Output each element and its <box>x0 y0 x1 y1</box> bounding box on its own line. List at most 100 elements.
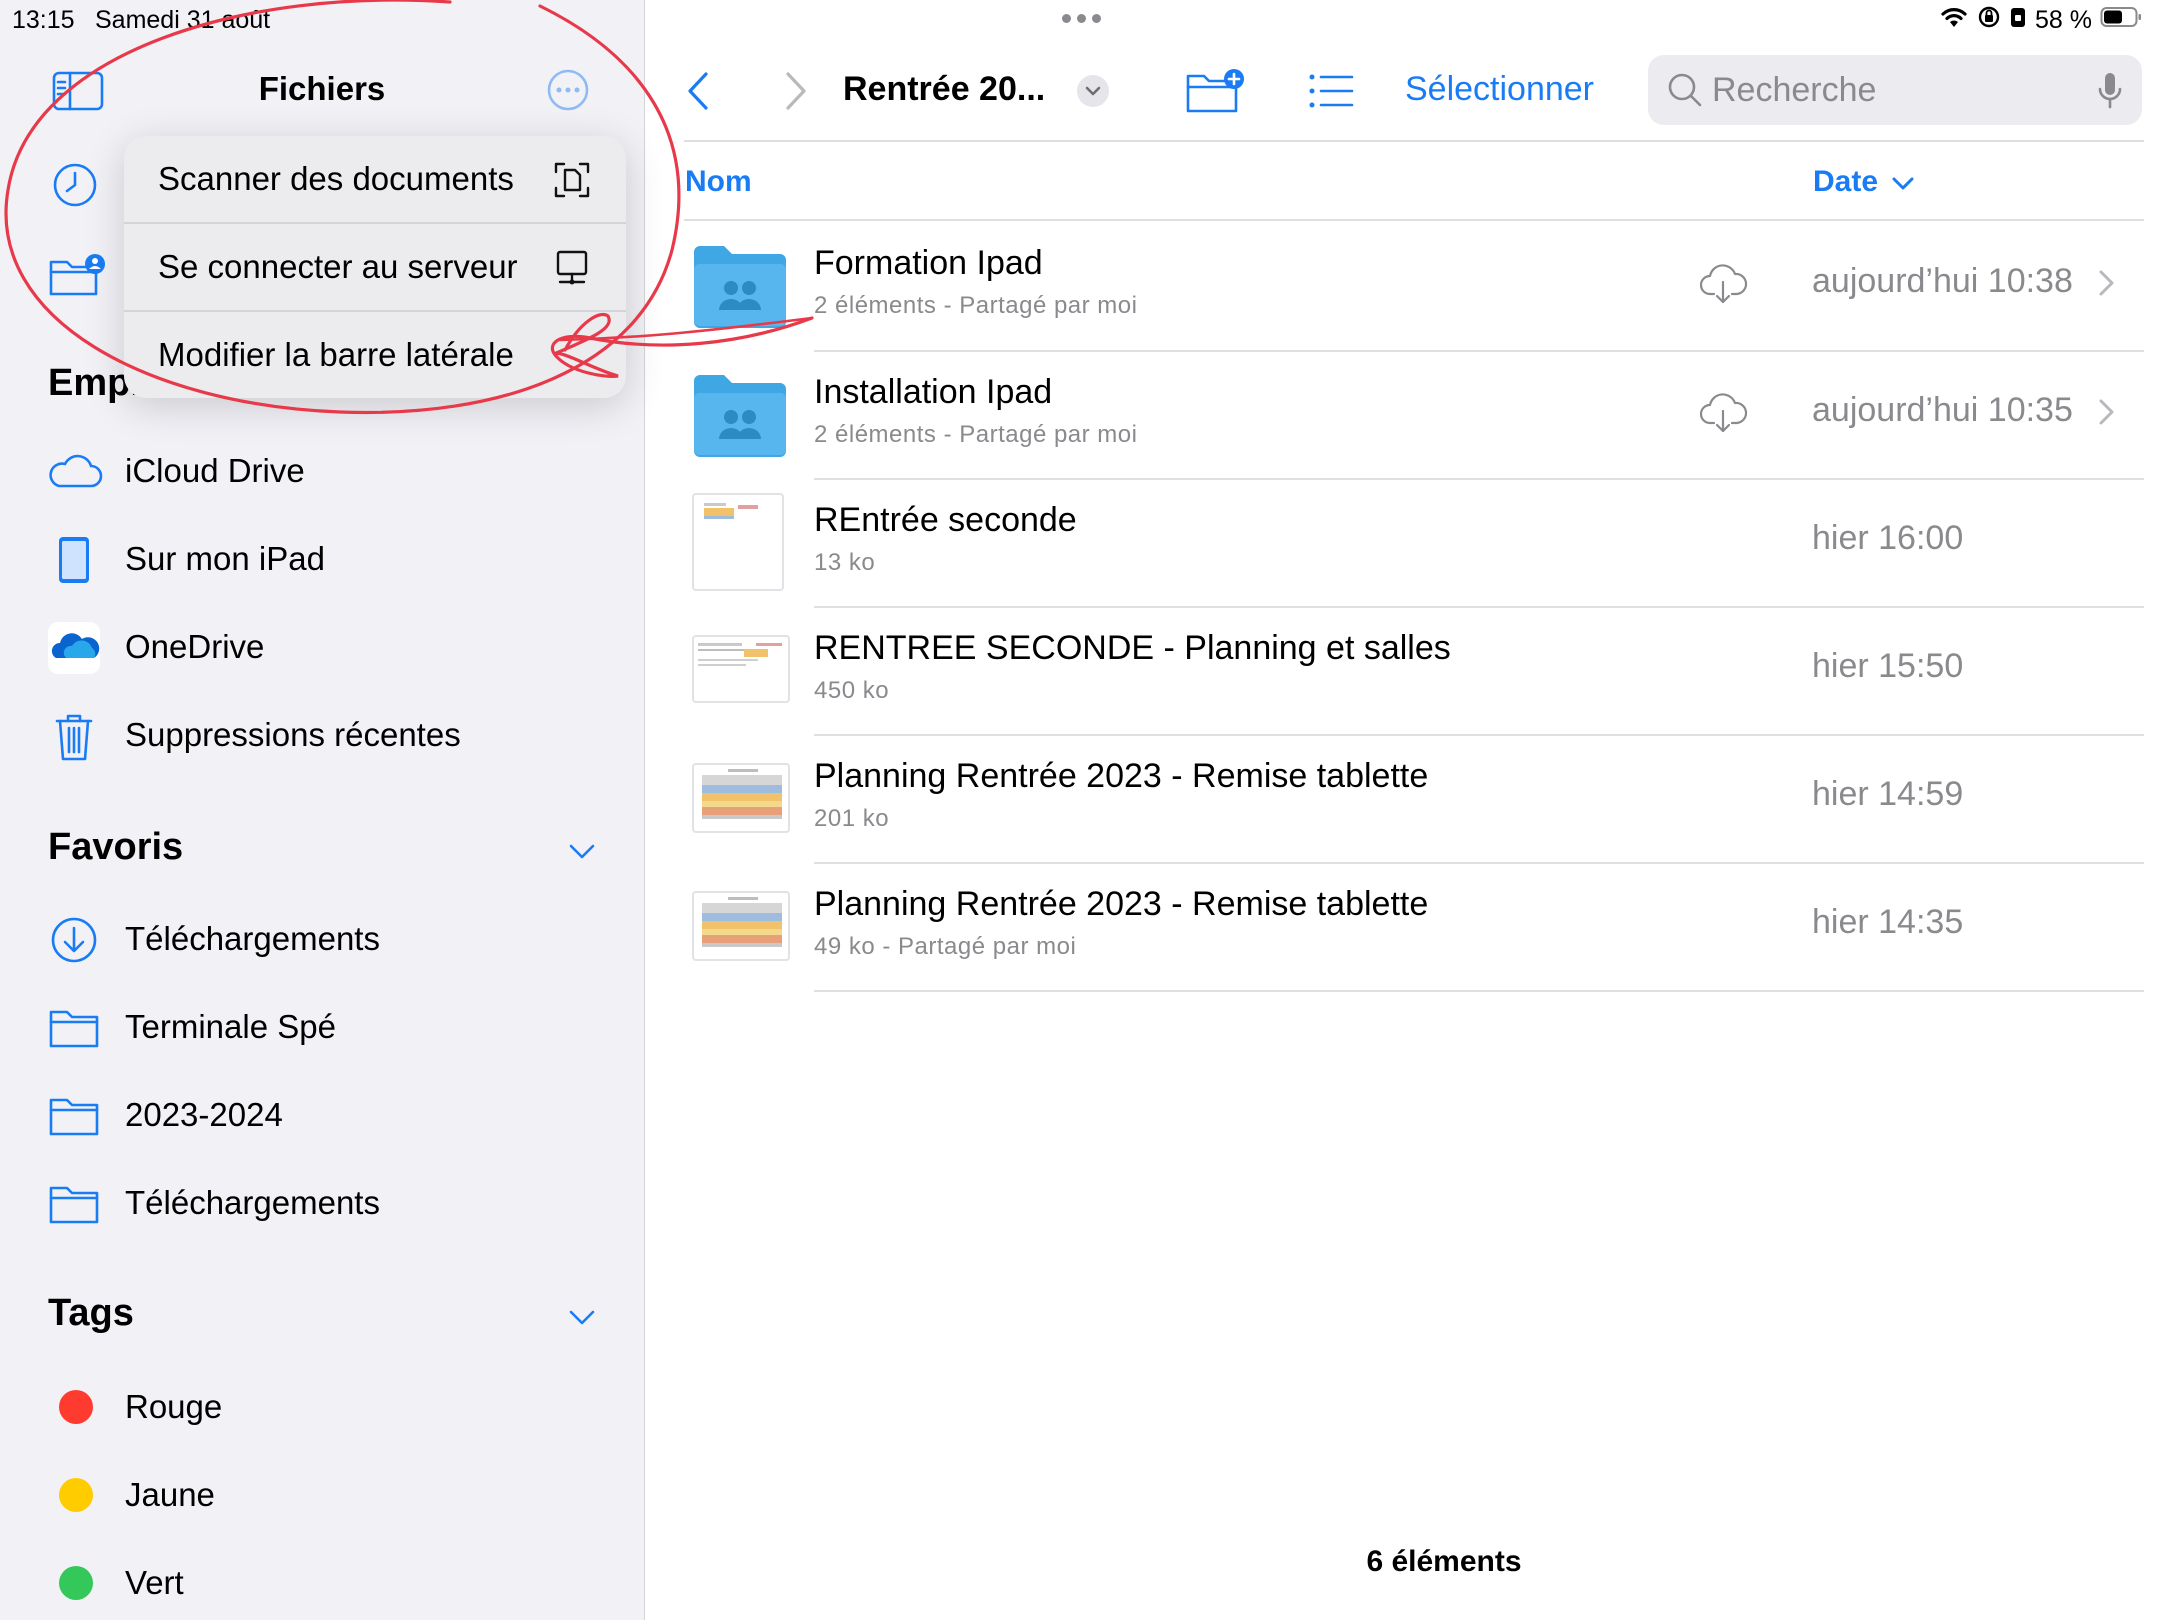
cloud-download-icon[interactable] <box>1698 391 1748 435</box>
column-header-date[interactable]: Date <box>1813 165 1878 199</box>
forward-icon[interactable] <box>780 70 810 112</box>
search-placeholder: Recherche <box>1712 71 1877 109</box>
folder-icon <box>45 1004 103 1052</box>
recents-icon[interactable] <box>52 162 98 208</box>
sidebar-item-label: Rouge <box>125 1388 223 1425</box>
chevron-right-icon <box>2094 397 2118 427</box>
file-name: Installation Ipad <box>814 373 1053 411</box>
status-bar: 13:15 Samedi 31 août 58 % <box>0 0 2160 40</box>
status-indicators: 58 % <box>1939 4 2142 36</box>
shared-folder-icon <box>692 244 788 328</box>
folder-title[interactable]: Rentrée 20... <box>843 70 1045 109</box>
file-row[interactable]: Planning Rentrée 2023 - Remise tablette … <box>644 863 2160 991</box>
divider <box>684 219 2144 221</box>
shared-folder-icon[interactable] <box>48 252 106 298</box>
file-row[interactable]: Installation Ipad 2 éléments - Partagé p… <box>644 351 2160 479</box>
sidebar-item-label: Vert <box>125 1564 184 1601</box>
sidebar-tag-vert[interactable]: Vert <box>0 1544 644 1624</box>
menu-item-connecter-serveur[interactable]: Se connecter au serveur <box>124 224 626 310</box>
more-options-icon[interactable] <box>546 68 590 112</box>
orientation-lock-icon <box>1977 5 2001 36</box>
sidebar-item-telechargements-folder[interactable]: Téléchargements <box>0 1164 644 1244</box>
file-date: hier 14:59 <box>1812 775 1964 813</box>
chevron-right-icon <box>2094 268 2118 298</box>
sidebar-item-icloud-drive[interactable]: iCloud Drive <box>0 432 644 512</box>
search-input[interactable]: Recherche <box>1648 55 2142 125</box>
file-date: aujourd’hui 10:38 <box>1812 262 2073 300</box>
sidebar-options-menu: Scanner des documents Se connecter au se… <box>124 136 626 398</box>
file-row[interactable]: REntrée seconde 13 ko hier 16:00 <box>644 479 2160 607</box>
sidebar-item-label: 2023-2024 <box>125 1096 283 1133</box>
menu-item-modifier-barre-laterale[interactable]: Modifier la barre latérale <box>124 312 626 398</box>
sidebar-item-label: OneDrive <box>125 628 265 665</box>
cloud-download-icon[interactable] <box>1698 262 1748 306</box>
column-header-name[interactable]: Nom <box>685 165 752 199</box>
file-row[interactable]: Planning Rentrée 2023 - Remise tablette … <box>644 735 2160 863</box>
menu-item-scanner-documents[interactable]: Scanner des documents <box>124 136 626 222</box>
tag-color-dot <box>59 1390 93 1424</box>
file-name: Planning Rentrée 2023 - Remise tablette <box>814 757 1429 795</box>
sidebar-tag-jaune[interactable]: Jaune <box>0 1456 644 1536</box>
file-name: REntrée seconde <box>814 501 1077 539</box>
divider <box>684 140 2144 142</box>
file-name: RENTREE SECONDE - Planning et salles <box>814 629 1451 667</box>
file-details: 2 éléments - Partagé par moi <box>814 292 1138 319</box>
sidebar-tag-rouge[interactable]: Rouge <box>0 1368 644 1448</box>
file-details: 2 éléments - Partagé par moi <box>814 421 1138 448</box>
list-view-icon[interactable] <box>1308 72 1354 110</box>
sidebar-item-label: Sur mon iPad <box>125 540 325 577</box>
file-details: 450 ko <box>814 677 890 704</box>
search-icon <box>1666 71 1704 109</box>
folder-options-chevron-icon[interactable] <box>1076 74 1110 108</box>
folder-icon <box>45 1092 103 1140</box>
status-date: Samedi 31 août <box>95 6 271 34</box>
sidebar-item-label: Téléchargements <box>125 1184 380 1221</box>
tags-header[interactable]: Tags <box>48 1292 134 1335</box>
sidebar-item-onedrive[interactable]: OneDrive <box>0 608 644 688</box>
microphone-icon[interactable] <box>2096 71 2124 111</box>
sidebar-item-terminale-spe[interactable]: Terminale Spé <box>0 988 644 1068</box>
multitasking-dots-icon[interactable] <box>1062 14 1101 23</box>
sidebar-item-label: Suppressions récentes <box>125 716 461 753</box>
file-details: 13 ko <box>814 549 876 576</box>
spreadsheet-thumbnail <box>692 493 784 591</box>
file-row[interactable]: Formation Ipad 2 éléments - Partagé par … <box>644 222 2160 350</box>
shared-folder-icon <box>692 373 788 457</box>
spreadsheet-thumbnail <box>692 763 790 833</box>
menu-item-label: Modifier la barre latérale <box>158 336 514 373</box>
scan-document-icon <box>552 160 592 200</box>
icloud-icon <box>45 448 103 496</box>
back-icon[interactable] <box>684 70 714 112</box>
file-date: hier 15:50 <box>1812 647 1964 685</box>
new-folder-icon[interactable] <box>1184 66 1246 116</box>
file-date: hier 16:00 <box>1812 519 1964 557</box>
server-icon <box>552 248 592 288</box>
divider <box>814 990 2144 992</box>
sidebar-toggle-icon[interactable] <box>52 70 104 112</box>
sidebar-item-suppressions-recentes[interactable]: Suppressions récentes <box>0 696 644 776</box>
file-date: hier 14:35 <box>1812 903 1964 941</box>
tag-color-dot <box>59 1566 93 1600</box>
favorites-header[interactable]: Favoris <box>48 826 183 869</box>
download-icon <box>45 916 103 964</box>
sidebar-item-label: iCloud Drive <box>125 452 305 489</box>
status-time: 13:15 <box>12 6 75 34</box>
sidebar-item-2023-2024[interactable]: 2023-2024 <box>0 1076 644 1156</box>
sidebar-item-label: Terminale Spé <box>125 1008 336 1045</box>
chevron-down-icon[interactable] <box>565 1300 599 1334</box>
onedrive-icon <box>48 622 100 674</box>
chevron-down-icon[interactable] <box>565 834 599 868</box>
sidebar-item-telechargements[interactable]: Téléchargements <box>0 900 644 980</box>
sidebar-item-sur-mon-ipad[interactable]: Sur mon iPad <box>0 520 644 600</box>
select-button[interactable]: Sélectionner <box>1405 70 1594 109</box>
wifi-icon <box>1939 5 1969 36</box>
file-row[interactable]: RENTREE SECONDE - Planning et salles 450… <box>644 607 2160 735</box>
ipad-icon <box>45 536 103 584</box>
battery-icon <box>2100 5 2142 36</box>
file-name: Planning Rentrée 2023 - Remise tablette <box>814 885 1429 923</box>
sidebar-item-label: Jaune <box>125 1476 215 1513</box>
tag-color-dot <box>59 1478 93 1512</box>
menu-item-label: Scanner des documents <box>158 160 514 197</box>
file-browser: Rentrée 20... Sélectionner Recherche Nom… <box>644 0 2160 1620</box>
sort-chevron-down-icon[interactable] <box>1890 170 1916 196</box>
